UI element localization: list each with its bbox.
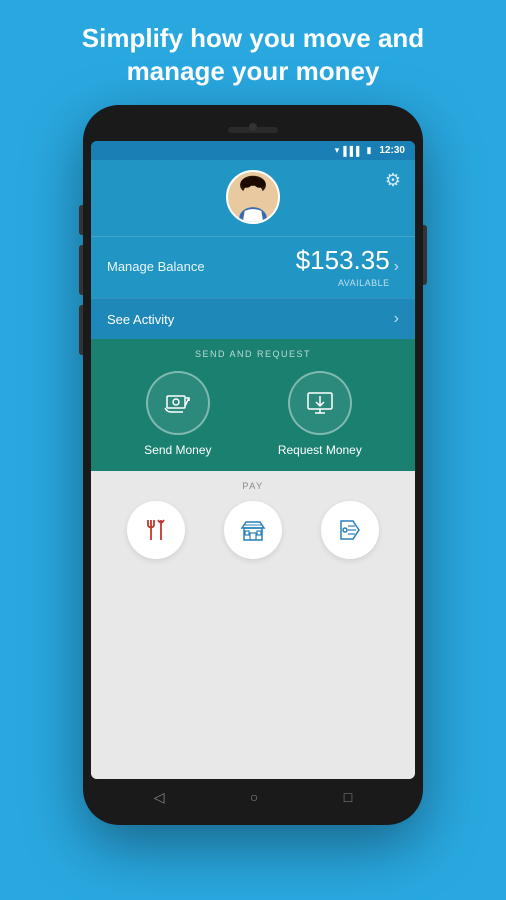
recent-button[interactable]: □ [344, 789, 352, 805]
balance-section: Manage Balance $153.35 AVAILABLE › [91, 236, 415, 298]
see-activity-button[interactable]: See Activity › [91, 298, 415, 339]
see-activity-label: See Activity [107, 312, 174, 327]
app-header: ⚙ [91, 160, 415, 236]
phone-nav-bar: ◁ ○ □ [91, 779, 415, 815]
send-request-section: SEND AND REQUEST [91, 339, 415, 471]
phone-shell: ▾ ▌▌▌ ▮ 12:30 ⚙ [83, 105, 423, 825]
back-button[interactable]: ◁ [154, 789, 165, 806]
settings-button[interactable]: ⚙ [385, 170, 401, 191]
request-money-label: Request Money [278, 443, 362, 457]
send-money-label: Send Money [144, 443, 211, 457]
balance-amount: $153.35 [296, 245, 390, 276]
home-button[interactable]: ○ [250, 789, 258, 805]
signal-icon: ▌▌▌ [343, 146, 362, 156]
send-request-title: SEND AND REQUEST [91, 339, 415, 365]
pay-title: PAY [91, 471, 415, 497]
pay-ticket-button[interactable] [321, 501, 379, 559]
request-money-button[interactable]: Request Money [278, 371, 362, 457]
status-bar: ▾ ▌▌▌ ▮ 12:30 [91, 141, 415, 160]
avatar[interactable] [226, 170, 280, 224]
battery-icon: ▮ [366, 145, 371, 156]
wifi-icon: ▾ [335, 145, 340, 156]
manage-balance-label: Manage Balance [107, 259, 205, 274]
send-money-button[interactable]: Send Money [144, 371, 211, 457]
pay-restaurant-button[interactable] [127, 501, 185, 559]
tagline: Simplify how you move and manage your mo… [0, 0, 506, 105]
balance-chevron-icon: › [394, 258, 399, 276]
pay-store-button[interactable] [224, 501, 282, 559]
screen: ▾ ▌▌▌ ▮ 12:30 ⚙ [91, 141, 415, 779]
pay-section: PAY [91, 471, 415, 779]
balance-available-label: AVAILABLE [296, 278, 390, 288]
activity-chevron-icon: › [394, 310, 399, 328]
status-time: 12:30 [379, 145, 405, 156]
